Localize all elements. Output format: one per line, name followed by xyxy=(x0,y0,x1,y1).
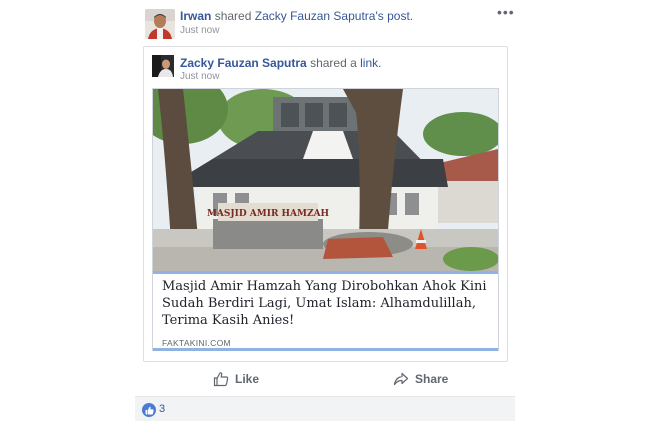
link-domain: FAKTAKINI.COM xyxy=(162,338,231,348)
post-header-line: Irwan shared Zacky Fauzan Saputra's post… xyxy=(180,9,413,23)
link-preview-image[interactable]: MASJID AMIR HAMZAH xyxy=(153,89,498,271)
original-author-name[interactable]: Zacky Fauzan Saputra xyxy=(255,9,376,23)
shared-action-text: shared a xyxy=(310,56,357,70)
post-timestamp[interactable]: Just now xyxy=(180,25,219,36)
action-text: shared xyxy=(214,9,252,23)
shared-post-box: Zacky Fauzan Saputra shared a link. Just… xyxy=(143,46,508,362)
thumbs-up-icon xyxy=(213,372,229,387)
card-accent-bar xyxy=(153,348,498,351)
action-bar: Like Share xyxy=(135,368,515,390)
like-label[interactable]: Like xyxy=(235,372,259,386)
author-name-link[interactable]: Irwan xyxy=(180,9,211,23)
post-link[interactable]: post. xyxy=(387,9,413,23)
shared-header-line: Zacky Fauzan Saputra shared a link. xyxy=(180,56,381,70)
shared-timestamp[interactable]: Just now xyxy=(180,71,219,82)
share-arrow-icon xyxy=(393,372,409,386)
reaction-count[interactable]: 3 xyxy=(159,403,165,415)
link-preview-card[interactable]: MASJID AMIR HAMZAH Masjid Amir Hamzah Ya… xyxy=(152,88,499,351)
original-author-link[interactable]: Zacky Fauzan Saputra's xyxy=(255,9,384,23)
share-label[interactable]: Share xyxy=(415,372,448,386)
avatar[interactable] xyxy=(145,9,175,39)
feed-post: Irwan shared Zacky Fauzan Saputra's post… xyxy=(135,0,515,421)
card-accent-bar xyxy=(153,271,498,274)
like-button[interactable]: Like xyxy=(213,368,259,390)
avatar[interactable] xyxy=(152,55,174,77)
reactions-bar: 3 xyxy=(135,396,515,421)
shared-link-text[interactable]: link. xyxy=(360,56,381,70)
image-sign-text: MASJID AMIR HAMZAH xyxy=(207,209,330,219)
shared-author-link[interactable]: Zacky Fauzan Saputra xyxy=(180,56,307,70)
like-reaction-icon[interactable] xyxy=(142,403,156,417)
more-options-icon[interactable]: ••• xyxy=(497,5,515,19)
link-title[interactable]: Masjid Amir Hamzah Yang Dirobohkan Ahok … xyxy=(162,278,492,329)
possessive-suffix: 's xyxy=(375,9,384,23)
share-button[interactable]: Share xyxy=(393,368,448,390)
